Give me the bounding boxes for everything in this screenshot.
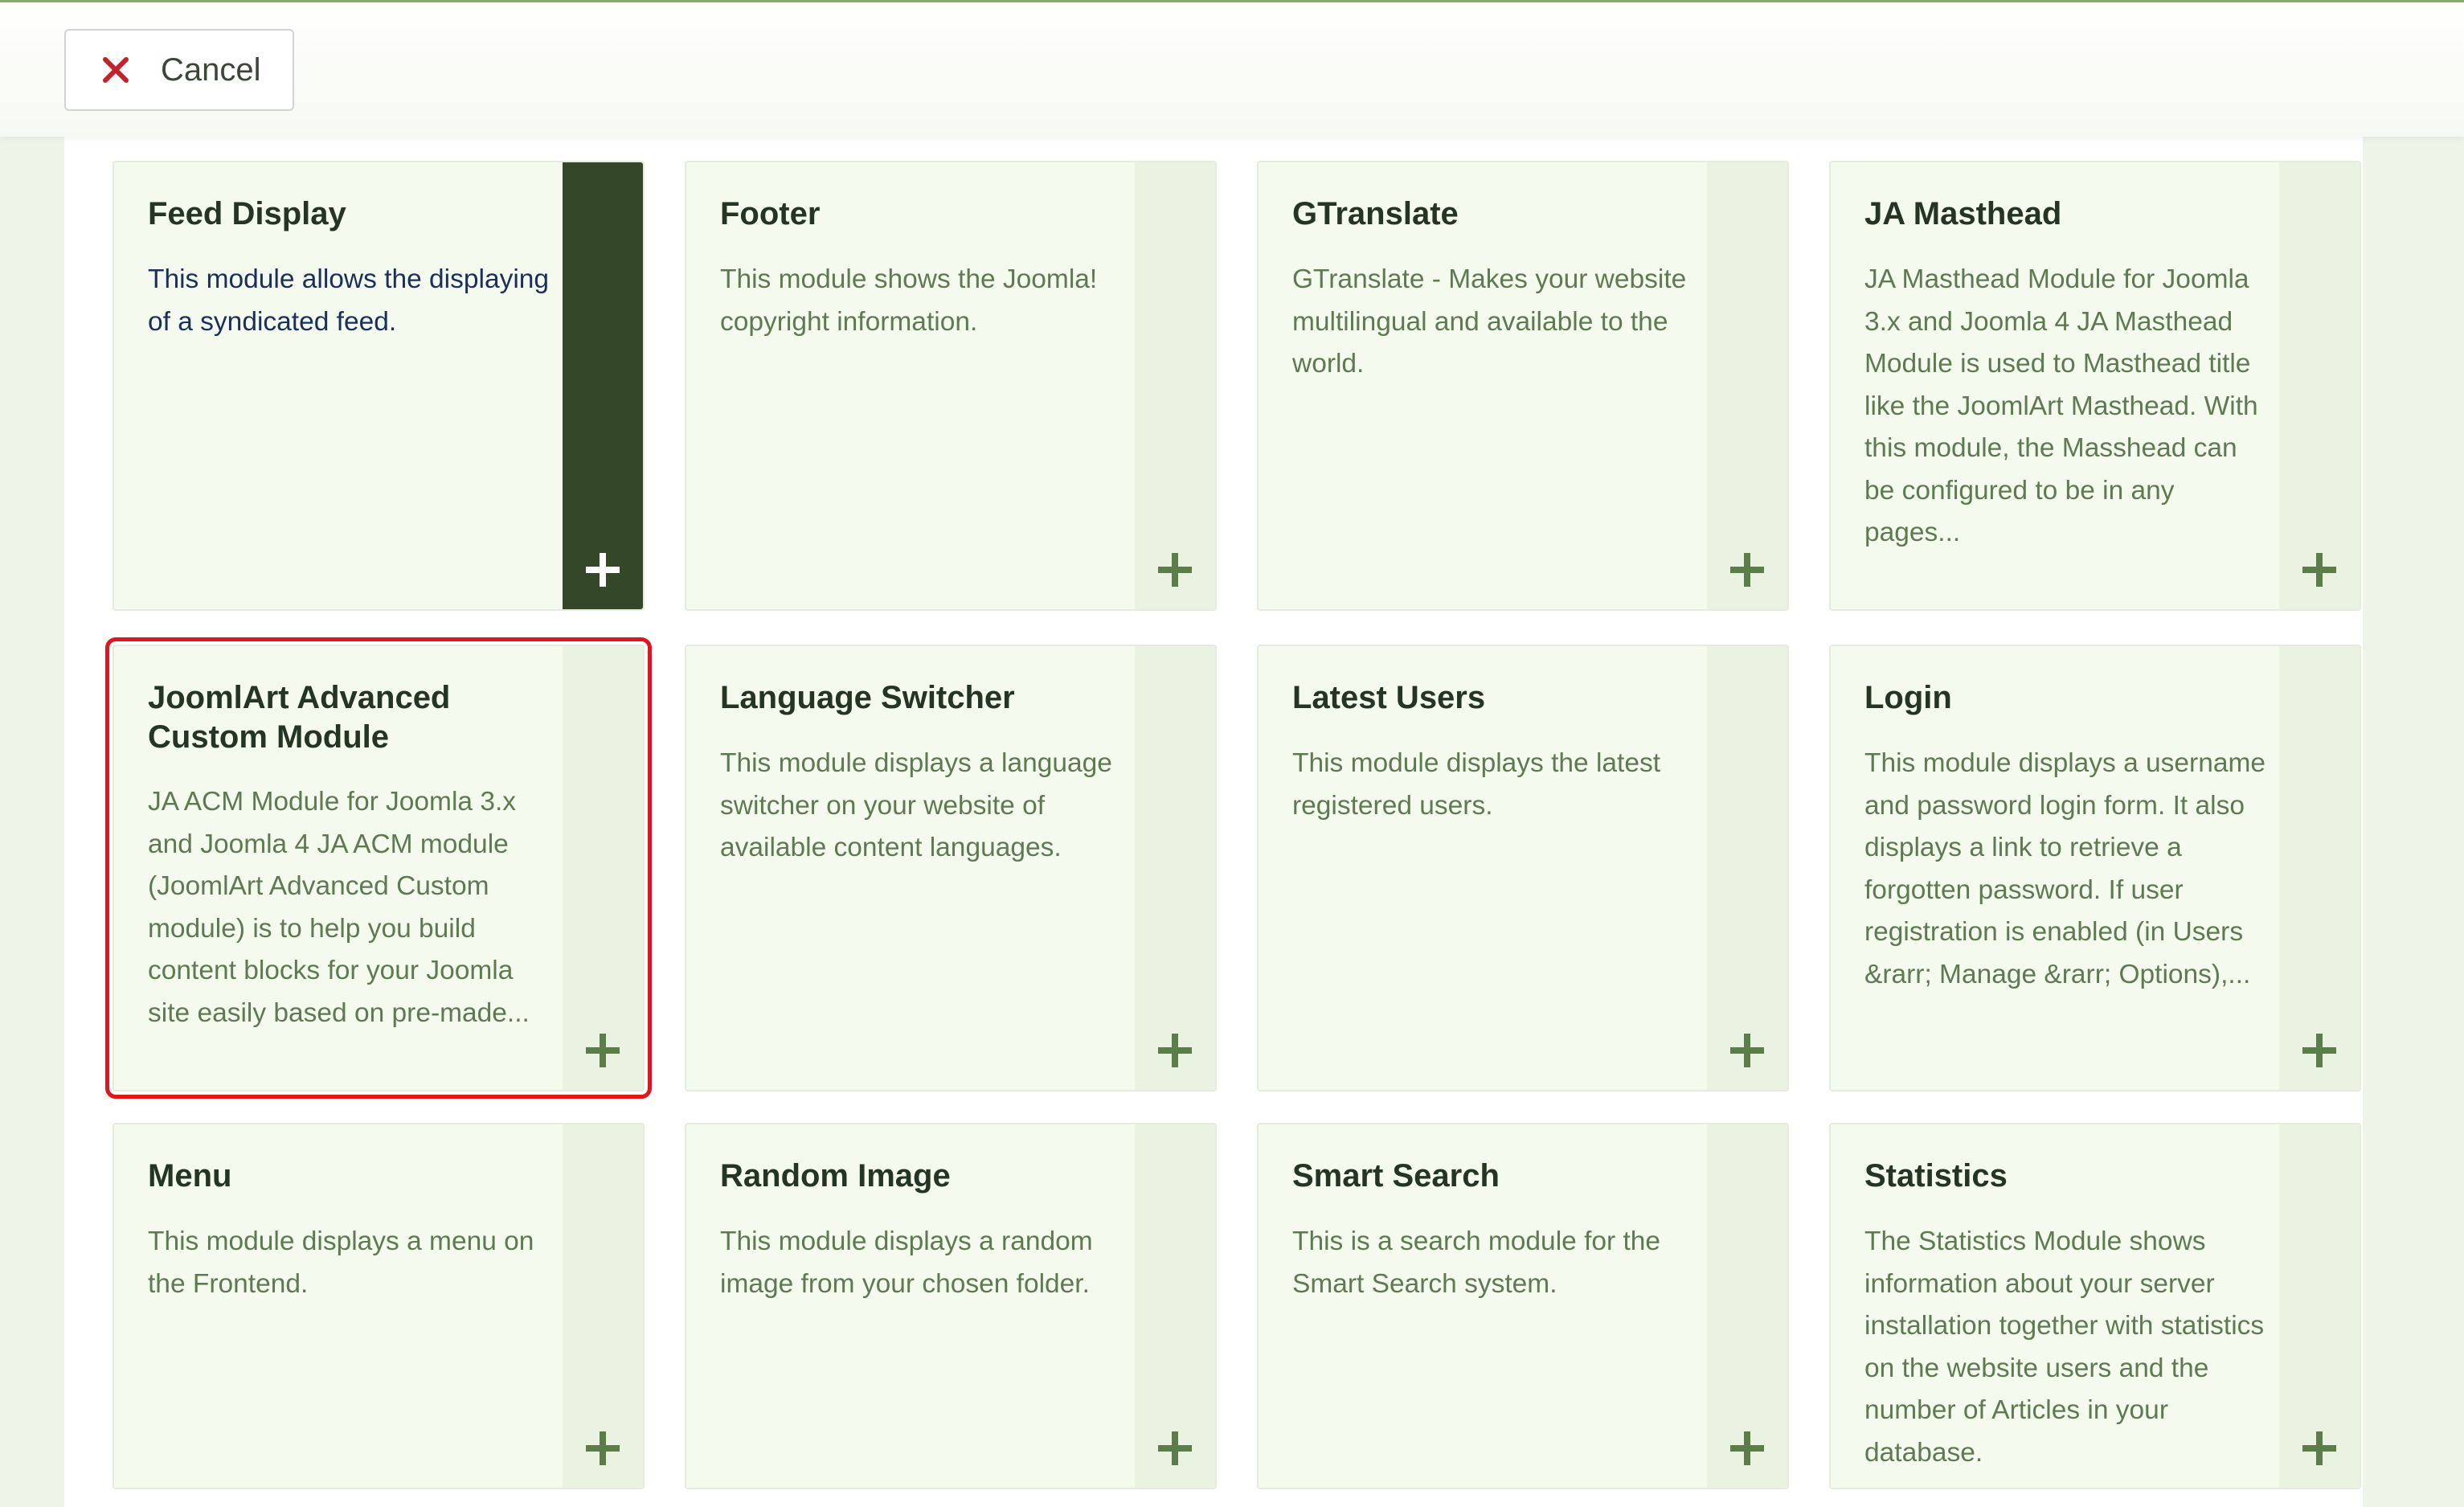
- plus-icon: [2302, 1034, 2336, 1067]
- module-card-joomlart-advanced-custom-module[interactable]: JoomlArt Advanced Custom Module JA ACM M…: [105, 637, 652, 1099]
- close-icon: [103, 57, 129, 83]
- select-module-area[interactable]: [2279, 646, 2360, 1090]
- module-title: Login: [1864, 680, 1952, 715]
- module-title: JA Masthead: [1864, 196, 2062, 231]
- module-description: This module displays a menu on the Front…: [148, 1226, 534, 1299]
- module-description: This module displays a random image from…: [720, 1226, 1093, 1299]
- module-title: Language Switcher: [720, 680, 1015, 715]
- module-card-login[interactable]: Login This module displays a username an…: [1829, 645, 2361, 1091]
- module-description: This module displays a username and pass…: [1864, 748, 2266, 989]
- module-title: Random Image: [720, 1158, 951, 1194]
- module-title: Statistics: [1864, 1158, 2008, 1194]
- module-title: Feed Display: [148, 196, 346, 231]
- plus-icon: [1730, 553, 1764, 587]
- module-card-smart-search[interactable]: Smart Search This is a search module for…: [1257, 1123, 1789, 1489]
- module-description: This module displays the latest register…: [1292, 748, 1661, 821]
- module-card-statistics[interactable]: Statistics The Statistics Module shows i…: [1829, 1123, 2361, 1489]
- module-title: Smart Search: [1292, 1158, 1500, 1194]
- module-description: This is a search module for the Smart Se…: [1292, 1226, 1661, 1299]
- module-description: This module shows the Joomla! copyright …: [720, 264, 1098, 337]
- module-card-language-switcher[interactable]: Language Switcher This module displays a…: [685, 645, 1217, 1091]
- plus-icon: [1158, 1034, 1192, 1067]
- select-module-area[interactable]: [563, 1124, 643, 1488]
- plus-icon: [586, 1431, 620, 1465]
- module-card-feed-display[interactable]: Feed Display This module allows the disp…: [113, 161, 645, 611]
- module-card-footer[interactable]: Footer This module shows the Joomla! cop…: [685, 161, 1217, 611]
- plus-icon: [1158, 553, 1192, 587]
- plus-icon: [586, 1034, 620, 1067]
- select-module-area[interactable]: [1707, 1124, 1787, 1488]
- module-title: Menu: [148, 1158, 232, 1194]
- plus-icon: [1158, 1431, 1192, 1465]
- module-card-gtranslate[interactable]: GTranslate GTranslate - Makes your websi…: [1257, 161, 1789, 611]
- module-title: Footer: [720, 196, 821, 231]
- module-list: Feed Display This module allows the disp…: [64, 137, 2363, 1507]
- plus-icon: [1730, 1431, 1764, 1465]
- select-module-area[interactable]: [2279, 1124, 2360, 1488]
- module-description: The Statistics Module shows information …: [1864, 1226, 2265, 1468]
- module-title: GTranslate: [1292, 196, 1459, 231]
- cancel-label: Cancel: [161, 51, 261, 88]
- toolbar: Cancel: [0, 0, 2464, 137]
- module-description: GTranslate - Makes your website multilin…: [1292, 264, 1687, 379]
- module-card-ja-masthead[interactable]: JA Masthead JA Masthead Module for Jooml…: [1829, 161, 2361, 611]
- select-module-area[interactable]: [563, 162, 643, 609]
- select-module-area[interactable]: [1135, 162, 1215, 609]
- module-card-menu[interactable]: Menu This module displays a menu on the …: [113, 1123, 645, 1489]
- module-description: JA ACM Module for Joomla 3.x and Joomla …: [148, 787, 530, 1028]
- plus-icon: [1730, 1034, 1764, 1067]
- cancel-button[interactable]: Cancel: [64, 29, 294, 111]
- module-title: JoomlArt Advanced Custom Module: [148, 680, 451, 755]
- module-description: This module displays a language switcher…: [720, 748, 1112, 862]
- module-card-random-image[interactable]: Random Image This module displays a rand…: [685, 1123, 1217, 1489]
- module-title: Latest Users: [1292, 680, 1486, 715]
- select-module-area[interactable]: [1135, 1124, 1215, 1488]
- module-description: This module allows the displaying of a s…: [148, 264, 550, 337]
- module-card-latest-users[interactable]: Latest Users This module displays the la…: [1257, 645, 1789, 1091]
- select-module-area[interactable]: [563, 646, 643, 1090]
- select-module-area[interactable]: [1707, 646, 1787, 1090]
- plus-icon: [2302, 553, 2336, 587]
- select-module-area[interactable]: [1135, 646, 1215, 1090]
- select-module-area[interactable]: [1707, 162, 1787, 609]
- plus-icon: [2302, 1431, 2336, 1465]
- module-description: JA Masthead Module for Joomla 3.x and Jo…: [1864, 264, 2258, 547]
- plus-icon: [586, 553, 620, 587]
- select-module-area[interactable]: [2279, 162, 2360, 609]
